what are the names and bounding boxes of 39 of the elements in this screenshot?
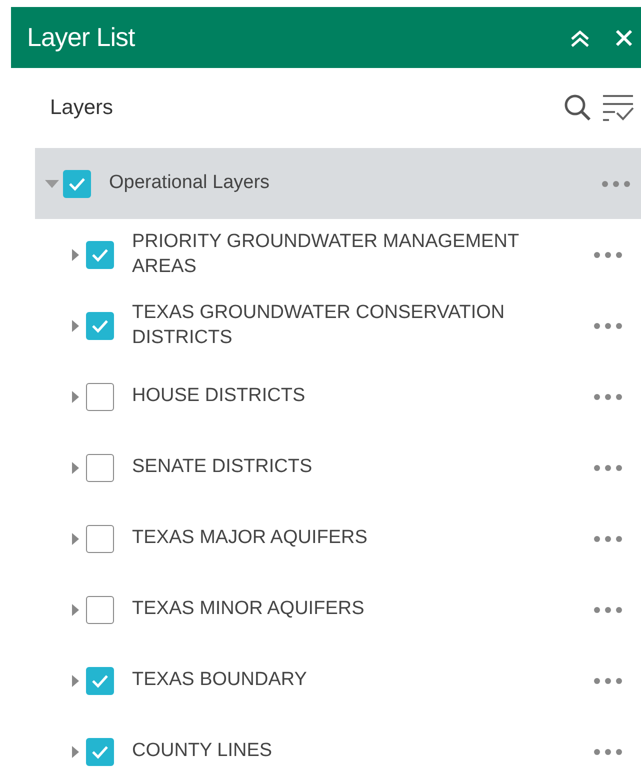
layer-checkbox[interactable] — [86, 454, 114, 482]
layer-checkbox[interactable] — [86, 596, 114, 624]
layer-label: COUNTY LINES — [132, 739, 274, 764]
more-options-icon[interactable] — [593, 534, 623, 542]
layer-checkbox[interactable] — [86, 240, 114, 268]
check-icon — [68, 176, 86, 190]
layer-label: TEXAS MINOR AQUIFERS — [132, 597, 366, 622]
layer-label: TEXAS BOUNDARY — [132, 668, 308, 692]
check-icon — [91, 318, 109, 332]
layer-checkbox[interactable] — [86, 666, 114, 694]
search-icon[interactable] — [563, 93, 593, 123]
layer-checkbox[interactable] — [86, 524, 114, 552]
filter-list-icon[interactable] — [601, 93, 635, 123]
layer-label: TEXAS MAJOR AQUIFERS — [132, 526, 368, 550]
more-options-icon[interactable] — [593, 606, 623, 614]
check-icon — [91, 248, 109, 262]
panel-title: Layer List — [27, 21, 136, 54]
more-options-icon[interactable] — [593, 250, 623, 258]
check-icon — [91, 744, 109, 758]
section-label: Layers — [50, 95, 114, 122]
layer-label: PRIORITY GROUNDWATER MANAGEMENT AREAS — [132, 230, 520, 278]
layer-label: HOUSE DISTRICTS — [132, 384, 306, 408]
layer-checkbox[interactable] — [63, 170, 91, 198]
layer-checkbox[interactable] — [86, 312, 114, 340]
tree-row[interactable]: Operational Layers — [35, 148, 641, 219]
layer-checkbox[interactable] — [86, 738, 114, 766]
collapse-icon[interactable] — [569, 28, 591, 48]
close-icon[interactable] — [615, 28, 633, 46]
layer-label: Operational Layers — [109, 171, 271, 196]
more-options-icon[interactable] — [593, 748, 623, 756]
more-options-icon[interactable] — [593, 322, 623, 330]
layer-label: SENATE DISTRICTS — [132, 455, 314, 480]
layer-label: TEXAS GROUNDWATER CONSERVATION DISTRICTS — [132, 300, 506, 350]
more-options-icon[interactable] — [601, 180, 631, 188]
layer-checkbox[interactable] — [86, 382, 114, 410]
more-options-icon[interactable] — [593, 392, 623, 400]
more-options-icon[interactable] — [593, 676, 623, 684]
more-options-icon[interactable] — [593, 464, 623, 472]
check-icon — [91, 674, 109, 688]
